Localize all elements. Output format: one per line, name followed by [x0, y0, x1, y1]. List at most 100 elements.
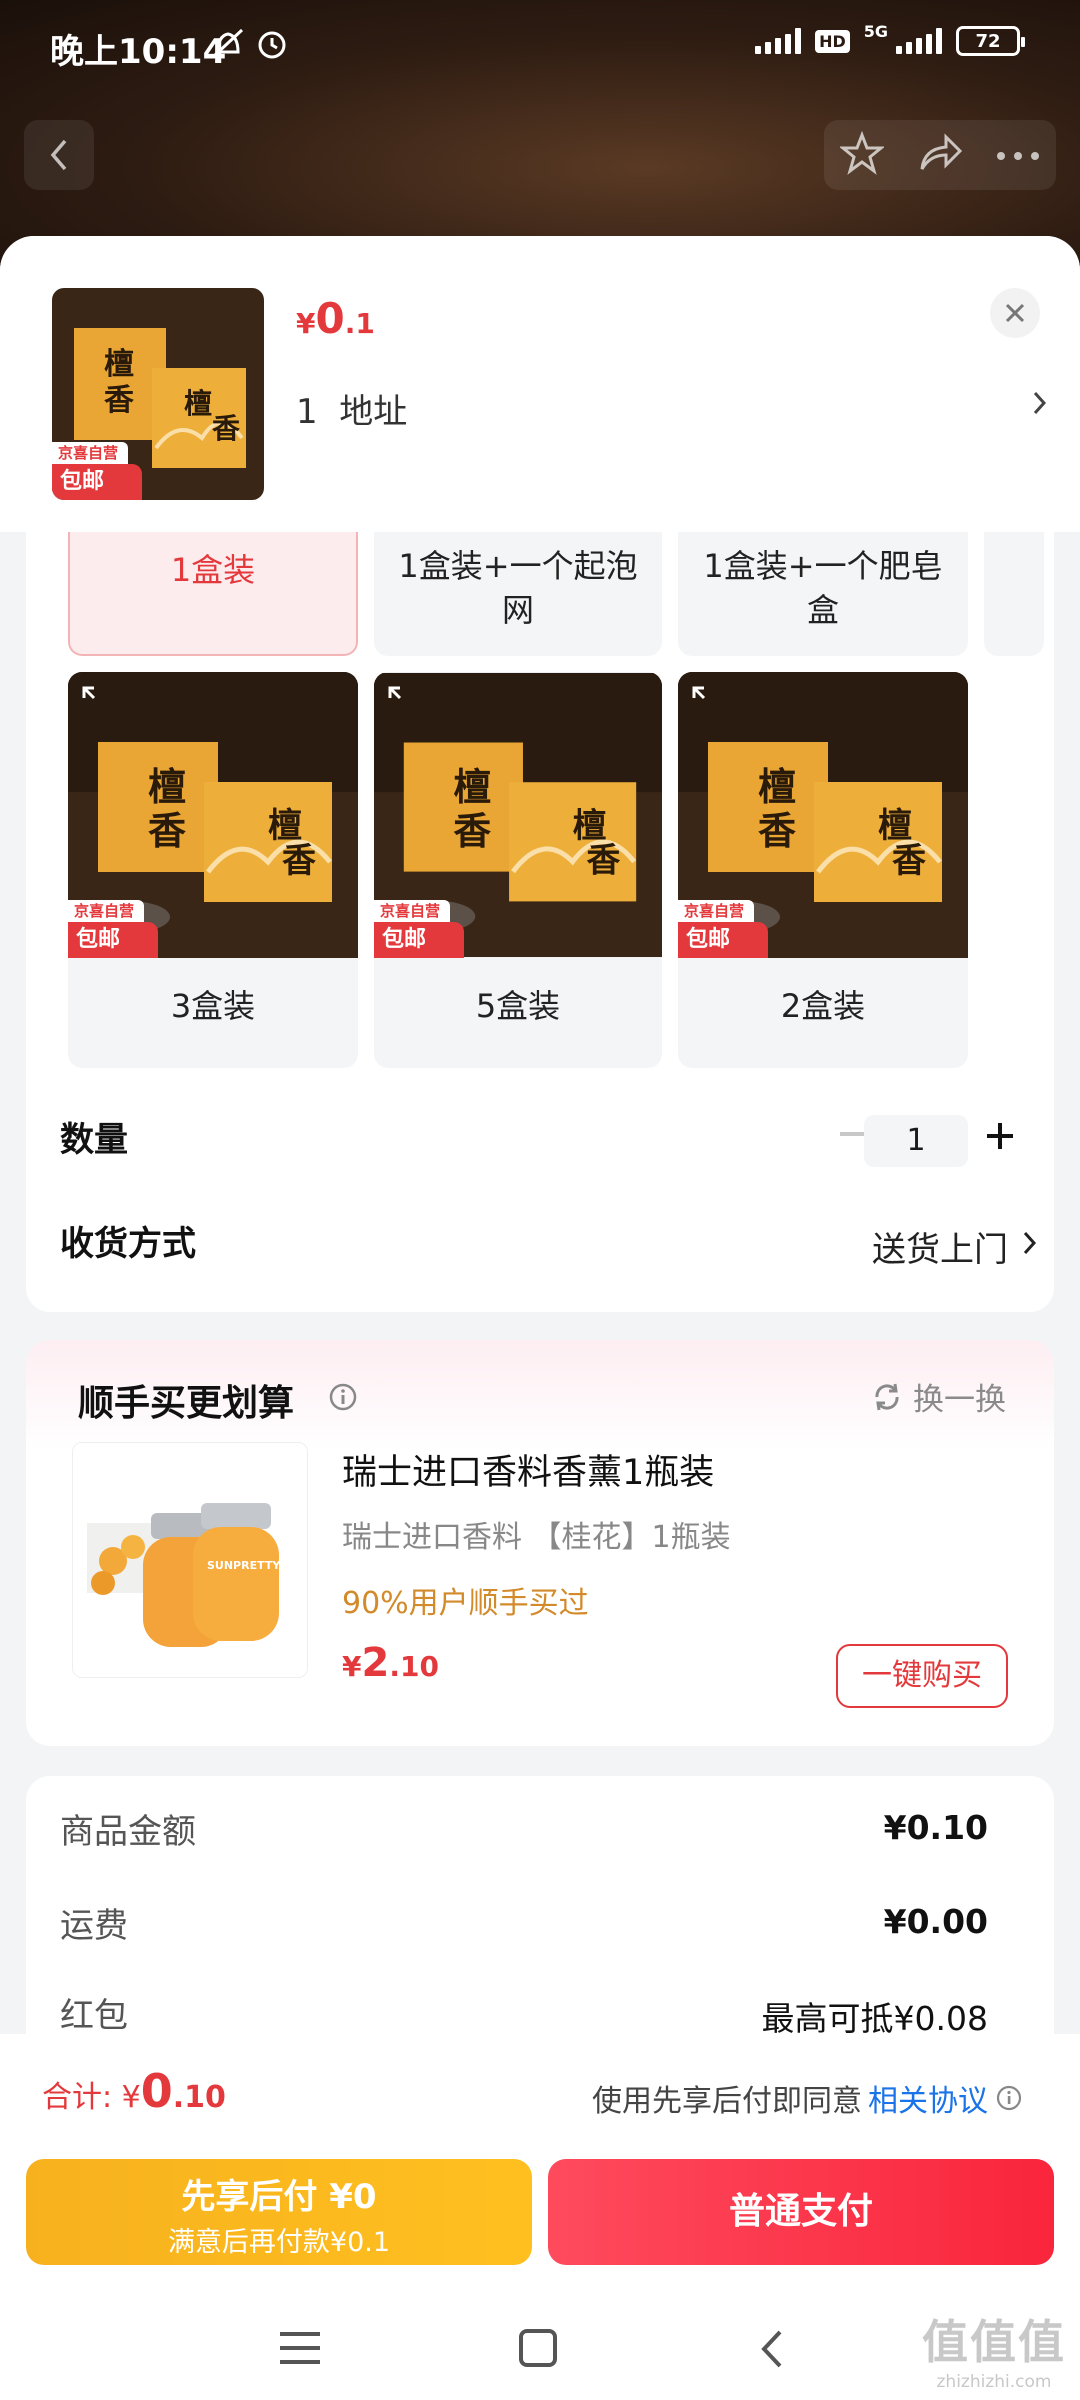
jingxi-badge: 京喜自营 包邮: [68, 900, 158, 958]
increase-button[interactable]: [985, 1121, 1015, 1155]
expand-icon[interactable]: [388, 686, 418, 720]
expand-icon[interactable]: [82, 686, 112, 720]
plus-icon: [987, 1123, 1013, 1149]
total-symbol: ¥: [121, 2080, 141, 2115]
svg-text:香: 香: [148, 808, 186, 853]
address-prefix: 1: [296, 392, 318, 432]
upsell-product-image[interactable]: SUNPRETTY: [72, 1442, 308, 1678]
upsell-title: 顺手买更划算: [78, 1383, 295, 1424]
status-notification-icons: [212, 26, 292, 70]
spec-options-card: 1盒装 1盒装+一个起泡网 1盒装+一个肥皂盒 檀 香 檀 香 京喜自营 包邮 …: [26, 482, 1054, 1312]
refresh-button[interactable]: 换一换: [871, 1374, 1006, 1419]
jingxi-badge: 京喜自营 包邮: [374, 900, 464, 958]
network-type: 5G: [863, 21, 888, 41]
normal-pay-button[interactable]: 普通支付: [548, 2159, 1054, 2265]
bottle-brand: SUNPRETTY: [207, 1559, 281, 1572]
box-text-4: 香: [212, 412, 240, 445]
upsell-product-name[interactable]: 瑞士进口香料香薰1瓶装: [342, 1444, 714, 1495]
address-selector[interactable]: 1 地址: [296, 384, 407, 433]
page-actions: [824, 120, 1056, 190]
more-icon: [997, 151, 1039, 160]
share-icon: [920, 133, 963, 170]
one-click-buy-button[interactable]: 一键购买: [836, 1644, 1008, 1708]
system-navigation-bar: [0, 2304, 1080, 2400]
delivery-method[interactable]: 送货上门: [872, 1222, 1008, 1271]
favorite-button[interactable]: [838, 130, 886, 179]
delivery-label: 收货方式: [60, 1224, 196, 1264]
watermark: 值值值 zhizhizhi.com: [922, 2315, 1066, 2392]
refresh-icon: [875, 1383, 899, 1410]
upsell-product-desc: 瑞士进口香料 【桂花】1瓶装: [342, 1520, 731, 1555]
quantity-input[interactable]: 1: [864, 1115, 968, 1167]
svg-text:香: 香: [587, 840, 621, 880]
info-icon: [996, 2085, 1022, 2111]
total-label: 合计:: [42, 2080, 113, 2115]
shipping-value: ¥0.00: [883, 1902, 988, 1941]
redpack-label: 红包: [60, 1996, 128, 2036]
redpack-value[interactable]: 最高可抵¥0.08: [762, 1992, 988, 2040]
spec-label: 5盒装: [475, 987, 561, 1025]
box-text-1: 檀: [104, 347, 134, 382]
jingxi-badge: 京喜自营 包邮: [678, 900, 768, 958]
menu-icon: [280, 2332, 320, 2364]
spec-option-2box[interactable]: 檀 香 檀 香 京喜自营 包邮 2盒装: [678, 672, 968, 1068]
box-text-3: 檀: [184, 387, 212, 420]
upsell-price: ¥2.10: [342, 1640, 439, 1686]
spec-option-3box[interactable]: 檀 香 檀 香 京喜自营 包邮 3盒装: [68, 672, 358, 1068]
home-icon: [519, 2329, 557, 2367]
expand-icon[interactable]: [692, 686, 722, 720]
chevron-right-icon[interactable]: [1030, 386, 1050, 424]
svg-text:檀: 檀: [758, 764, 796, 809]
battery-level: 72: [975, 30, 1001, 52]
status-bar: 晚上10:14 HD 5G 72: [0, 0, 1080, 92]
agreement-link[interactable]: 相关协议: [868, 2076, 988, 2120]
home-button[interactable]: [518, 2328, 558, 2372]
back-button[interactable]: [24, 120, 94, 190]
battery-icon: 72: [956, 26, 1025, 56]
jingxi-badge: 京喜自营 包邮: [52, 442, 142, 500]
address-label: 地址: [339, 392, 408, 432]
info-icon[interactable]: [328, 1382, 358, 1416]
upsell-card: 顺手买更划算 换一换 SUNPRETTY 瑞士进口香料香薰1瓶装 瑞士进口香料 …: [26, 1340, 1054, 1746]
quantity-label: 数量: [60, 1120, 128, 1160]
signal-icon: [755, 28, 802, 54]
svg-text:檀: 檀: [268, 806, 302, 846]
box-text-2: 香: [104, 383, 134, 418]
selected-price: ¥0.1: [296, 294, 375, 343]
star-icon: [838, 130, 886, 175]
status-right-icons: HD 5G 72: [755, 22, 1025, 56]
close-icon: [1005, 303, 1025, 323]
svg-text:香: 香: [758, 808, 796, 853]
pay-later-button[interactable]: 先享后付 ¥0 满意后再付款¥0.1: [26, 2159, 532, 2265]
chevron-left-icon: [50, 139, 67, 171]
svg-text:檀: 檀: [878, 806, 912, 846]
order-total: 合计: ¥0.10: [42, 2064, 226, 2118]
back-nav-button[interactable]: [756, 2328, 786, 2374]
status-time: 晚上10:14: [50, 32, 227, 72]
signal-icon-2: [896, 28, 942, 54]
product-thumbnail[interactable]: 檀 香 檀 香 京喜自营 包邮: [52, 288, 264, 500]
checkout-bar: 合计: ¥0.10 使用先享后付即同意 相关协议 先享后付 ¥0 满意后再付款¥0…: [0, 2034, 1080, 2400]
more-button[interactable]: [996, 146, 1040, 165]
shipping-label: 运费: [60, 1906, 128, 1946]
svg-text:香: 香: [282, 841, 316, 881]
mute-and-alarm-icon: [212, 28, 286, 59]
close-button[interactable]: [990, 288, 1040, 338]
hd-badge: HD: [815, 29, 850, 53]
goods-amount-value: ¥0.10: [883, 1808, 988, 1847]
svg-text:香: 香: [892, 841, 926, 881]
menu-button[interactable]: [280, 2328, 322, 2372]
chevron-right-icon[interactable]: [1020, 1226, 1040, 1264]
spec-label: 3盒装: [170, 987, 256, 1025]
svg-text:香: 香: [453, 809, 491, 853]
svg-text:檀: 檀: [453, 765, 491, 809]
spec-option-5box[interactable]: 檀 香 檀 香 京喜自营 包邮 5盒装: [374, 672, 662, 1068]
svg-text:檀: 檀: [148, 764, 186, 809]
sheet-header: 檀 香 檀 香 京喜自营 包邮 ¥0.1 1 地址: [0, 236, 1080, 532]
upsell-product-note: 90%用户顺手买过: [342, 1586, 589, 1621]
share-button[interactable]: [916, 131, 964, 179]
spec-label: 2盒装: [780, 987, 866, 1025]
agreement-notice: 使用先享后付即同意 相关协议: [592, 2076, 1024, 2120]
refresh-label: 换一换: [913, 1382, 1006, 1418]
goods-amount-label: 商品金额: [60, 1812, 196, 1852]
